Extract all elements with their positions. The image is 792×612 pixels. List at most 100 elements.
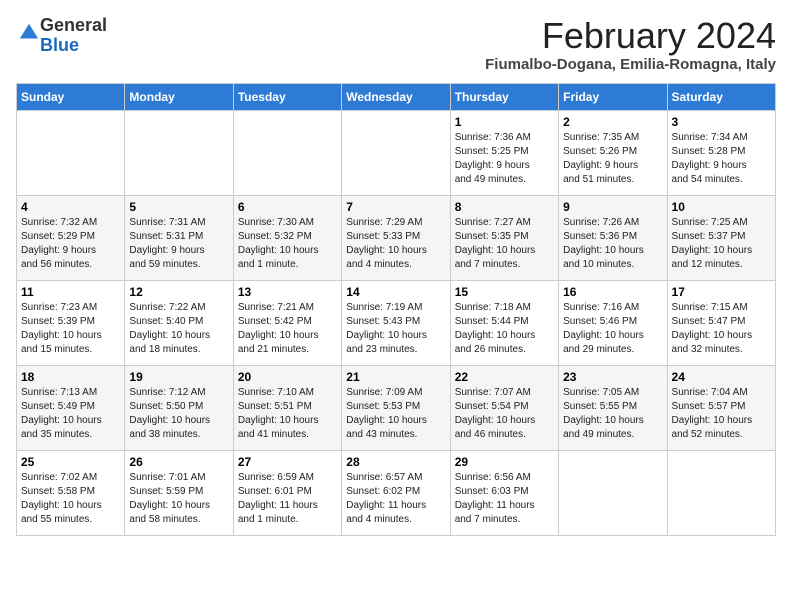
calendar-cell: 6 Sunrise: 7:30 AM Sunset: 5:32 PM Daylig… xyxy=(233,195,341,280)
calendar-cell: 17Sunrise: 7:15 AM Sunset: 5:47 PM Dayli… xyxy=(667,280,775,365)
day-info: Sunrise: 7:13 AM Sunset: 5:49 PM Dayligh… xyxy=(21,386,120,442)
day-info: Sunrise: 7:34 AM Sunset: 5:28 PM Dayligh… xyxy=(672,131,771,187)
weekday-header: Wednesday xyxy=(342,83,450,110)
day-number: 11 xyxy=(21,285,120,299)
weekday-header: Tuesday xyxy=(233,83,341,110)
day-number: 13 xyxy=(238,285,337,299)
calendar-cell xyxy=(342,110,450,195)
page-header: General Blue February 2024 Fiumalbo-Doga… xyxy=(16,16,776,73)
calendar-cell: 27 Sunrise: 6:59 AM Sunset: 6:01 PM Dayli… xyxy=(233,450,341,535)
calendar-cell: 20 Sunrise: 7:10 AM Sunset: 5:51 PM Dayli… xyxy=(233,365,341,450)
calendar-header-row: SundayMondayTuesdayWednesdayThursdayFrid… xyxy=(17,83,776,110)
calendar-cell: 16 Sunrise: 7:16 AM Sunset: 5:46 PM Dayli… xyxy=(559,280,667,365)
calendar-cell: 28 Sunrise: 6:57 AM Sunset: 6:02 PM Dayli… xyxy=(342,450,450,535)
day-number: 7 xyxy=(346,200,445,214)
day-info: Sunrise: 6:59 AM Sunset: 6:01 PM Dayligh… xyxy=(238,471,337,527)
day-info: Sunrise: 7:30 AM Sunset: 5:32 PM Dayligh… xyxy=(238,216,337,272)
day-number: 19 xyxy=(129,370,228,384)
day-number: 12 xyxy=(129,285,228,299)
calendar-cell: 25 Sunrise: 7:02 AM Sunset: 5:58 PM Dayli… xyxy=(17,450,125,535)
calendar-cell: 9 Sunrise: 7:26 AM Sunset: 5:36 PM Daylig… xyxy=(559,195,667,280)
day-number: 8 xyxy=(455,200,554,214)
day-info: Sunrise: 7:04 AM Sunset: 5:57 PM Dayligh… xyxy=(672,386,771,442)
calendar-cell: 23 Sunrise: 7:05 AM Sunset: 5:55 PM Dayli… xyxy=(559,365,667,450)
day-info: Sunrise: 6:56 AM Sunset: 6:03 PM Dayligh… xyxy=(455,471,554,527)
day-number: 4 xyxy=(21,200,120,214)
day-number: 29 xyxy=(455,455,554,469)
day-info: Sunrise: 7:29 AM Sunset: 5:33 PM Dayligh… xyxy=(346,216,445,272)
day-number: 28 xyxy=(346,455,445,469)
calendar-week-row: 25 Sunrise: 7:02 AM Sunset: 5:58 PM Dayli… xyxy=(17,450,776,535)
title-block: February 2024 Fiumalbo-Dogana, Emilia-Ro… xyxy=(485,16,776,73)
day-info: Sunrise: 7:35 AM Sunset: 5:26 PM Dayligh… xyxy=(563,131,662,187)
day-number: 9 xyxy=(563,200,662,214)
day-info: Sunrise: 7:26 AM Sunset: 5:36 PM Dayligh… xyxy=(563,216,662,272)
calendar-table: SundayMondayTuesdayWednesdayThursdayFrid… xyxy=(16,83,776,536)
day-number: 22 xyxy=(455,370,554,384)
day-info: Sunrise: 7:16 AM Sunset: 5:46 PM Dayligh… xyxy=(563,301,662,357)
day-info: Sunrise: 7:07 AM Sunset: 5:54 PM Dayligh… xyxy=(455,386,554,442)
day-number: 21 xyxy=(346,370,445,384)
day-number: 3 xyxy=(672,115,771,129)
calendar-cell: 12 Sunrise: 7:22 AM Sunset: 5:40 PM Dayli… xyxy=(125,280,233,365)
day-info: Sunrise: 7:09 AM Sunset: 5:53 PM Dayligh… xyxy=(346,386,445,442)
day-number: 27 xyxy=(238,455,337,469)
day-info: Sunrise: 6:57 AM Sunset: 6:02 PM Dayligh… xyxy=(346,471,445,527)
calendar-cell: 3 Sunrise: 7:34 AM Sunset: 5:28 PM Daylig… xyxy=(667,110,775,195)
day-number: 16 xyxy=(563,285,662,299)
weekday-header: Saturday xyxy=(667,83,775,110)
calendar-week-row: 18 Sunrise: 7:13 AM Sunset: 5:49 PM Dayli… xyxy=(17,365,776,450)
calendar-cell xyxy=(559,450,667,535)
day-info: Sunrise: 7:18 AM Sunset: 5:44 PM Dayligh… xyxy=(455,301,554,357)
logo-general-text: General xyxy=(40,15,107,35)
day-info: Sunrise: 7:05 AM Sunset: 5:55 PM Dayligh… xyxy=(563,386,662,442)
day-info: Sunrise: 7:22 AM Sunset: 5:40 PM Dayligh… xyxy=(129,301,228,357)
day-number: 15 xyxy=(455,285,554,299)
day-info: Sunrise: 7:21 AM Sunset: 5:42 PM Dayligh… xyxy=(238,301,337,357)
day-number: 23 xyxy=(563,370,662,384)
calendar-week-row: 11Sunrise: 7:23 AM Sunset: 5:39 PM Dayli… xyxy=(17,280,776,365)
day-number: 17 xyxy=(672,285,771,299)
main-title: February 2024 xyxy=(485,16,776,56)
calendar-cell: 18 Sunrise: 7:13 AM Sunset: 5:49 PM Dayli… xyxy=(17,365,125,450)
calendar-cell: 14 Sunrise: 7:19 AM Sunset: 5:43 PM Dayli… xyxy=(342,280,450,365)
day-number: 14 xyxy=(346,285,445,299)
day-number: 5 xyxy=(129,200,228,214)
day-number: 10 xyxy=(672,200,771,214)
calendar-week-row: 1 Sunrise: 7:36 AM Sunset: 5:25 PM Daylig… xyxy=(17,110,776,195)
day-info: Sunrise: 7:12 AM Sunset: 5:50 PM Dayligh… xyxy=(129,386,228,442)
day-info: Sunrise: 7:27 AM Sunset: 5:35 PM Dayligh… xyxy=(455,216,554,272)
day-number: 20 xyxy=(238,370,337,384)
day-info: Sunrise: 7:25 AM Sunset: 5:37 PM Dayligh… xyxy=(672,216,771,272)
logo-icon xyxy=(18,22,40,44)
day-number: 2 xyxy=(563,115,662,129)
day-info: Sunrise: 7:32 AM Sunset: 5:29 PM Dayligh… xyxy=(21,216,120,272)
calendar-week-row: 4 Sunrise: 7:32 AM Sunset: 5:29 PM Daylig… xyxy=(17,195,776,280)
day-info: Sunrise: 7:19 AM Sunset: 5:43 PM Dayligh… xyxy=(346,301,445,357)
day-info: Sunrise: 7:02 AM Sunset: 5:58 PM Dayligh… xyxy=(21,471,120,527)
subtitle: Fiumalbo-Dogana, Emilia-Romagna, Italy xyxy=(485,56,776,73)
day-number: 1 xyxy=(455,115,554,129)
calendar-cell: 15 Sunrise: 7:18 AM Sunset: 5:44 PM Dayli… xyxy=(450,280,558,365)
weekday-header: Thursday xyxy=(450,83,558,110)
calendar-cell: 7 Sunrise: 7:29 AM Sunset: 5:33 PM Daylig… xyxy=(342,195,450,280)
calendar-cell: 11Sunrise: 7:23 AM Sunset: 5:39 PM Dayli… xyxy=(17,280,125,365)
weekday-header: Friday xyxy=(559,83,667,110)
day-number: 25 xyxy=(21,455,120,469)
calendar-cell: 19 Sunrise: 7:12 AM Sunset: 5:50 PM Dayli… xyxy=(125,365,233,450)
logo: General Blue xyxy=(16,16,107,56)
calendar-cell: 22 Sunrise: 7:07 AM Sunset: 5:54 PM Dayli… xyxy=(450,365,558,450)
day-info: Sunrise: 7:10 AM Sunset: 5:51 PM Dayligh… xyxy=(238,386,337,442)
calendar-cell xyxy=(667,450,775,535)
calendar-cell: 5Sunrise: 7:31 AM Sunset: 5:31 PM Daylig… xyxy=(125,195,233,280)
calendar-cell: 4 Sunrise: 7:32 AM Sunset: 5:29 PM Daylig… xyxy=(17,195,125,280)
calendar-cell xyxy=(125,110,233,195)
day-info: Sunrise: 7:36 AM Sunset: 5:25 PM Dayligh… xyxy=(455,131,554,187)
day-info: Sunrise: 7:01 AM Sunset: 5:59 PM Dayligh… xyxy=(129,471,228,527)
day-number: 18 xyxy=(21,370,120,384)
day-number: 26 xyxy=(129,455,228,469)
calendar-cell: 1 Sunrise: 7:36 AM Sunset: 5:25 PM Daylig… xyxy=(450,110,558,195)
logo-blue-text: Blue xyxy=(40,35,79,55)
calendar-cell: 29 Sunrise: 6:56 AM Sunset: 6:03 PM Dayli… xyxy=(450,450,558,535)
day-number: 6 xyxy=(238,200,337,214)
